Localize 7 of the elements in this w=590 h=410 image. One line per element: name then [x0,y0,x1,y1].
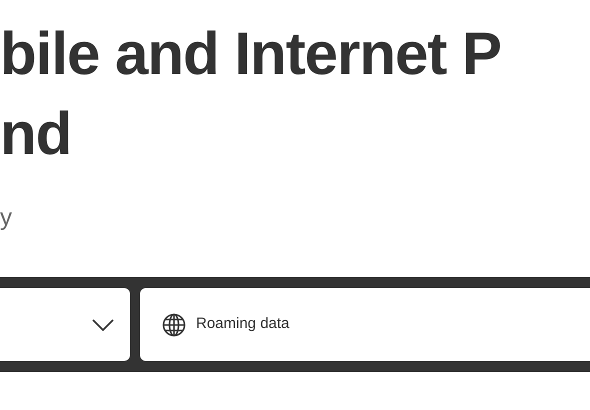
dropdown[interactable] [0,288,130,361]
subtitle: y [0,204,12,232]
page-heading: bile and Internet P [0,19,502,89]
roaming-field[interactable]: Roaming data [140,288,590,361]
globe-icon [162,312,186,336]
page-heading: nd [0,99,72,169]
chevron-down-icon [92,318,114,330]
